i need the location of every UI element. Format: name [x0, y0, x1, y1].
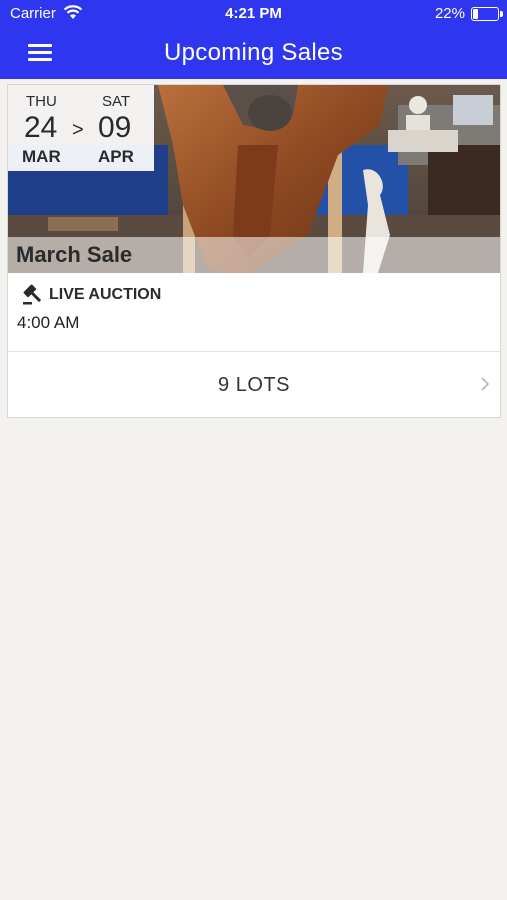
page-title: Upcoming Sales: [164, 39, 343, 66]
auction-type-label: LIVE AUCTION: [49, 286, 162, 303]
start-day-of-week: THU: [26, 93, 57, 110]
nav-bar: Upcoming Sales: [0, 27, 507, 79]
date-range: THU 24 MAR > SAT 09 APR: [8, 85, 154, 171]
clock: 4:21 PM: [225, 5, 282, 22]
chevron-right-icon: [481, 377, 490, 391]
sale-photo: THU 24 MAR > SAT 09 APR March Sale: [8, 85, 500, 273]
start-day: 24: [24, 111, 58, 144]
battery-icon: [471, 7, 503, 21]
status-bar: Carrier 4:21 PM 22%: [0, 0, 507, 27]
top-bar: Carrier 4:21 PM 22% Upcoming Sales: [0, 0, 507, 79]
battery-percent: 22%: [434, 5, 465, 22]
end-day-of-week: SAT: [102, 93, 131, 110]
view-lots-button[interactable]: 9 LOTS: [8, 352, 500, 418]
start-month: MAR: [22, 147, 61, 166]
end-month: APR: [98, 147, 134, 166]
sale-card[interactable]: THU 24 MAR > SAT 09 APR March Sale LIVE …: [7, 84, 501, 418]
sale-name: March Sale: [16, 242, 133, 267]
end-day: 09: [98, 111, 132, 144]
date-separator: >: [72, 119, 84, 141]
gavel-icon: [23, 284, 42, 305]
sale-name-banner: March Sale: [8, 237, 500, 273]
sale-start-time: 4:00 AM: [17, 313, 80, 332]
lots-count-label: 9 LOTS: [218, 374, 290, 396]
